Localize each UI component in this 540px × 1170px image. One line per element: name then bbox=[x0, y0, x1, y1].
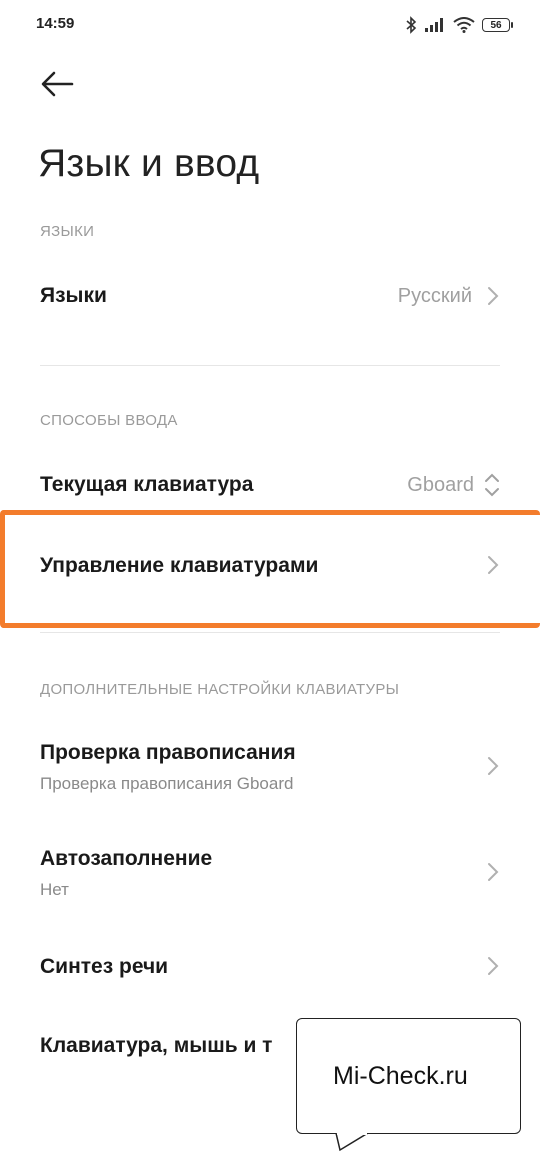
row-title: Текущая клавиатура bbox=[40, 473, 254, 496]
row-title: Синтез речи bbox=[40, 955, 169, 978]
chevron-right-icon bbox=[488, 757, 499, 775]
chevron-right-icon bbox=[488, 287, 499, 305]
status-icons: 56 bbox=[405, 14, 513, 36]
row-value: Gboard bbox=[407, 474, 474, 496]
battery-icon: 56 bbox=[482, 18, 513, 32]
row-title: Клавиатура, мышь и т bbox=[40, 1034, 273, 1057]
bluetooth-icon bbox=[406, 16, 417, 34]
row-title: Языки bbox=[40, 284, 107, 307]
bubble-tail bbox=[335, 1133, 369, 1152]
signal-icon bbox=[425, 18, 443, 32]
divider bbox=[40, 365, 500, 366]
row-spell-check[interactable]: Проверка правописания Проверка правописа… bbox=[0, 728, 540, 804]
chevron-right-icon bbox=[488, 863, 499, 881]
row-title: Проверка правописания bbox=[40, 741, 296, 764]
wifi-icon bbox=[453, 17, 475, 33]
divider bbox=[40, 632, 500, 633]
back-arrow-icon[interactable] bbox=[36, 66, 76, 102]
battery-level: 56 bbox=[490, 19, 502, 31]
row-languages[interactable]: Языки Русский bbox=[0, 262, 540, 332]
highlight-frame bbox=[0, 510, 540, 628]
row-title: Автозаполнение bbox=[40, 847, 213, 870]
chevron-right-icon bbox=[488, 957, 499, 975]
row-text-to-speech[interactable]: Синтез речи bbox=[0, 940, 540, 1000]
page-title: Язык и ввод bbox=[38, 142, 260, 185]
row-subtitle: Нет bbox=[40, 880, 69, 899]
section-header-input-methods: СПОСОБЫ ВВОДА bbox=[40, 412, 178, 429]
row-subtitle: Проверка правописания Gboard bbox=[40, 774, 294, 793]
row-current-keyboard[interactable]: Текущая клавиатура Gboard bbox=[0, 452, 540, 518]
status-time: 14:59 bbox=[36, 15, 75, 32]
chevron-updown-icon bbox=[485, 473, 499, 497]
row-value: Русский bbox=[397, 285, 472, 307]
section-header-keyboard-settings: ДОПОЛНИТЕЛЬНЫЕ НАСТРОЙКИ КЛАВИАТУРЫ bbox=[40, 681, 400, 698]
row-autofill[interactable]: Автозаполнение Нет bbox=[0, 834, 540, 910]
section-header-languages: ЯЗЫКИ bbox=[40, 223, 95, 240]
watermark-text: Mi-Check.ru bbox=[333, 1062, 468, 1090]
